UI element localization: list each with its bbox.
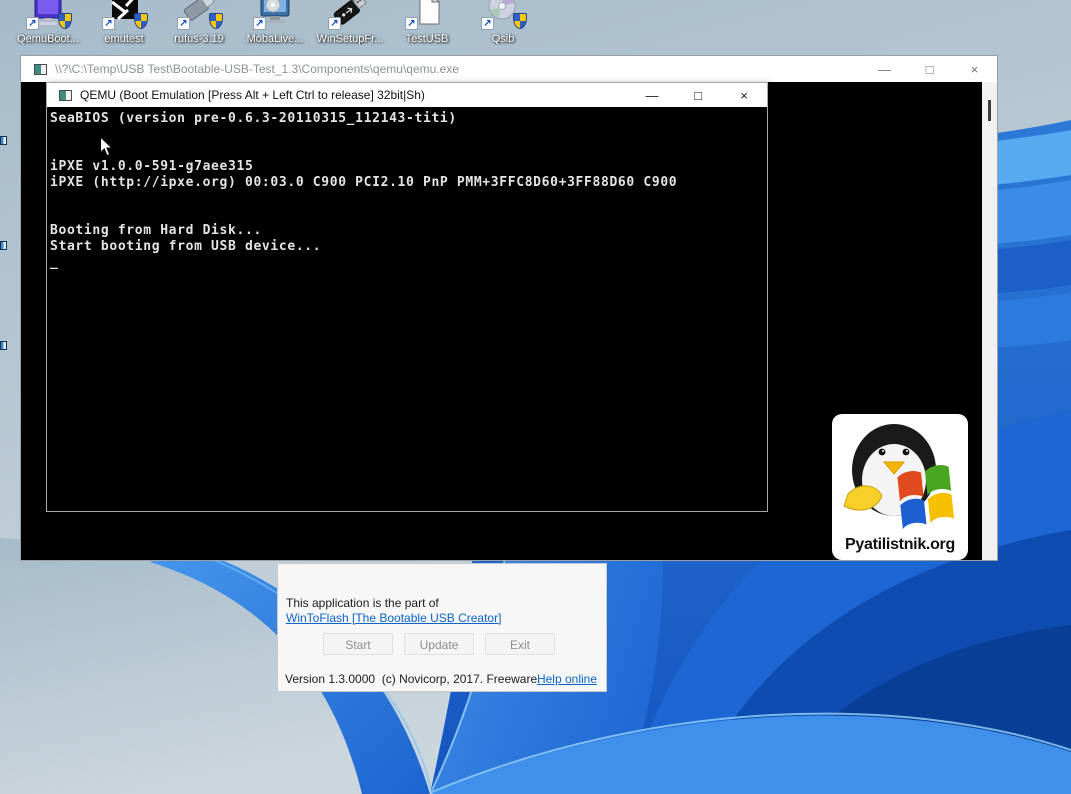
edge-window-fragment-icon xyxy=(0,341,7,350)
desktop-icon-label: TestUSB xyxy=(389,33,465,45)
mouse-cursor-icon xyxy=(99,136,114,158)
app-window-icon xyxy=(34,64,47,75)
desktop-icon-winsetup[interactable]: ↗ WinSetupFr... xyxy=(312,0,388,50)
uac-shield-icon xyxy=(134,13,148,29)
version-text: Version 1.3.0000 (c) Novicorp, 2017. Fre… xyxy=(285,672,540,686)
penguin-windows-logo-icon xyxy=(832,414,968,534)
qemu-console-display[interactable]: SeaBIOS (version pre-0.6.3-20110315_1121… xyxy=(47,107,767,511)
host-minimize-button[interactable]: — xyxy=(862,56,907,82)
host-close-button[interactable]: × xyxy=(952,56,997,82)
qemu-window: QEMU (Boot Emulation [Press Alt + Left C… xyxy=(46,82,768,512)
qemu-close-button[interactable]: × xyxy=(721,83,767,107)
desktop-icon-qsib[interactable]: ↗ Qsib xyxy=(465,0,541,50)
dialog-intro-text: This application is the part of xyxy=(286,596,439,610)
qemu-minimize-button[interactable]: — xyxy=(629,83,675,107)
desktop-icon-qemuboot[interactable]: ↗ QemuBoot... xyxy=(10,0,86,50)
help-online-link[interactable]: Help online xyxy=(537,672,597,686)
host-scrollbar[interactable] xyxy=(982,82,997,560)
host-maximize-button[interactable]: □ xyxy=(907,56,952,82)
shortcut-arrow-icon: ↗ xyxy=(102,17,115,30)
desktop-icon-label: emutest xyxy=(86,33,162,45)
desktop-icon-label: MobaLive... xyxy=(237,33,313,45)
desktop-icon-label: rufus-3.19 xyxy=(161,33,237,45)
shortcut-arrow-icon: ↗ xyxy=(328,17,341,30)
qemu-maximize-button[interactable]: □ xyxy=(675,83,721,107)
pyatilistnik-watermark: Pyatilistnik.org xyxy=(832,414,968,560)
uac-shield-icon xyxy=(209,13,223,29)
uac-shield-icon xyxy=(513,13,527,29)
shortcut-arrow-icon: ↗ xyxy=(177,17,190,30)
shortcut-arrow-icon: ↗ xyxy=(26,17,39,30)
shortcut-arrow-icon: ↗ xyxy=(253,17,266,30)
watermark-label: Pyatilistnik.org xyxy=(832,536,968,554)
exit-button[interactable]: Exit xyxy=(485,633,555,655)
desktop-icon-mobalive[interactable]: ↗ MobaLive... xyxy=(237,0,313,50)
qemu-window-title: QEMU (Boot Emulation [Press Alt + Left C… xyxy=(80,88,629,102)
qemu-app-icon xyxy=(59,90,72,101)
edge-window-fragment-icon xyxy=(0,241,7,250)
edge-window-fragment-icon xyxy=(0,136,7,145)
console-boot-text: SeaBIOS (version pre-0.6.3-20110315_1121… xyxy=(50,111,677,271)
wintoflash-dialog: This application is the part of WinToFla… xyxy=(277,563,607,692)
desktop-icon-label: QemuBoot... xyxy=(10,33,86,45)
host-window-title: \\?\C:\Temp\USB Test\Bootable-USB-Test_1… xyxy=(55,62,862,76)
desktop-icon-testusb[interactable]: ↗ TestUSB xyxy=(389,0,465,50)
update-button[interactable]: Update xyxy=(404,633,474,655)
shortcut-arrow-icon: ↗ xyxy=(405,17,418,30)
qemu-titlebar[interactable]: QEMU (Boot Emulation [Press Alt + Left C… xyxy=(47,83,767,107)
desktop-icon-rufus[interactable]: ↗ rufus-3.19 xyxy=(161,0,237,50)
start-button[interactable]: Start xyxy=(323,633,393,655)
desktop-icon-emutest[interactable]: ↗ emutest xyxy=(86,0,162,50)
desktop-icon-label: Qsib xyxy=(465,33,541,45)
host-titlebar[interactable]: \\?\C:\Temp\USB Test\Bootable-USB-Test_1… xyxy=(21,56,997,82)
desktop-icon-label: WinSetupFr... xyxy=(312,33,388,45)
host-scrollbar-thumb[interactable] xyxy=(988,100,991,121)
shortcut-arrow-icon: ↗ xyxy=(481,17,494,30)
uac-shield-icon xyxy=(58,13,72,29)
wintoflash-link[interactable]: WinToFlash [The Bootable USB Creator] xyxy=(286,611,501,625)
